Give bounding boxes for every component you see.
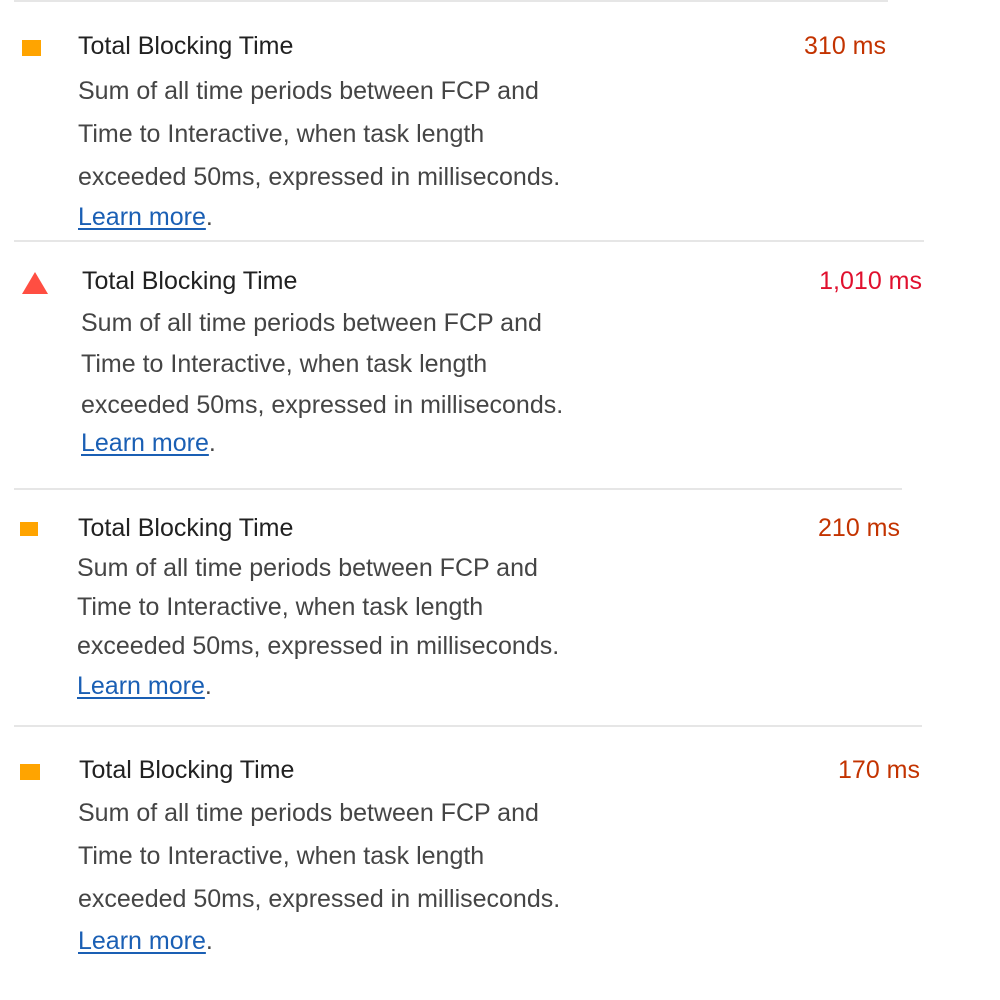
metric-description: Sum of all time periods between FCP and … — [78, 70, 758, 199]
metric-title: Total Blocking Time — [78, 514, 294, 542]
learn-more-row: Learn more. — [78, 925, 213, 957]
description-line: Time to Interactive, when task length — [78, 120, 485, 148]
link-suffix: . — [204, 672, 212, 700]
learn-more-link[interactable]: Learn more — [77, 672, 205, 700]
description-line: exceeded 50ms, expressed in milliseconds… — [77, 632, 560, 660]
red-triangle-icon — [22, 272, 48, 294]
description-line: exceeded 50ms, expressed in milliseconds… — [78, 163, 561, 191]
metric-description: Sum of all time periods between FCP and … — [78, 792, 758, 921]
learn-more-link[interactable]: Learn more — [78, 203, 206, 231]
metric-value: 170 ms — [838, 756, 920, 784]
metric-divider — [14, 0, 888, 2]
description-line: Sum of all time periods between FCP and — [78, 77, 539, 105]
orange-square-icon — [20, 764, 40, 780]
metric-divider — [14, 240, 924, 242]
description-line: exceeded 50ms, expressed in milliseconds… — [81, 391, 564, 419]
learn-more-row: Learn more. — [81, 427, 216, 459]
metric-title: Total Blocking Time — [79, 756, 295, 784]
learn-more-row: Learn more. — [77, 670, 212, 702]
metric-value: 1,010 ms — [819, 267, 922, 295]
learn-more-row: Learn more. — [78, 201, 213, 233]
orange-square-icon — [22, 40, 41, 56]
orange-square-icon — [20, 522, 38, 536]
metric-description: Sum of all time periods between FCP and … — [81, 303, 761, 426]
metric-title: Total Blocking Time — [82, 267, 298, 295]
description-line: exceeded 50ms, expressed in milliseconds… — [78, 885, 561, 913]
link-suffix: . — [205, 927, 213, 955]
metric-value: 310 ms — [804, 32, 886, 60]
learn-more-link[interactable]: Learn more — [81, 429, 209, 457]
metric-divider — [14, 725, 922, 727]
metric-divider — [14, 488, 902, 490]
description-line: Time to Interactive, when task length — [81, 350, 488, 378]
description-line: Sum of all time periods between FCP and — [78, 799, 539, 827]
link-suffix: . — [208, 429, 216, 457]
link-suffix: . — [205, 203, 213, 231]
metric-value: 210 ms — [818, 514, 900, 542]
metric-title: Total Blocking Time — [78, 32, 294, 60]
metric-description: Sum of all time periods between FCP and … — [77, 549, 757, 666]
description-line: Time to Interactive, when task length — [77, 593, 484, 621]
description-line: Sum of all time periods between FCP and — [81, 309, 542, 337]
description-line: Sum of all time periods between FCP and — [77, 554, 538, 582]
description-line: Time to Interactive, when task length — [78, 842, 485, 870]
learn-more-link[interactable]: Learn more — [78, 927, 206, 955]
